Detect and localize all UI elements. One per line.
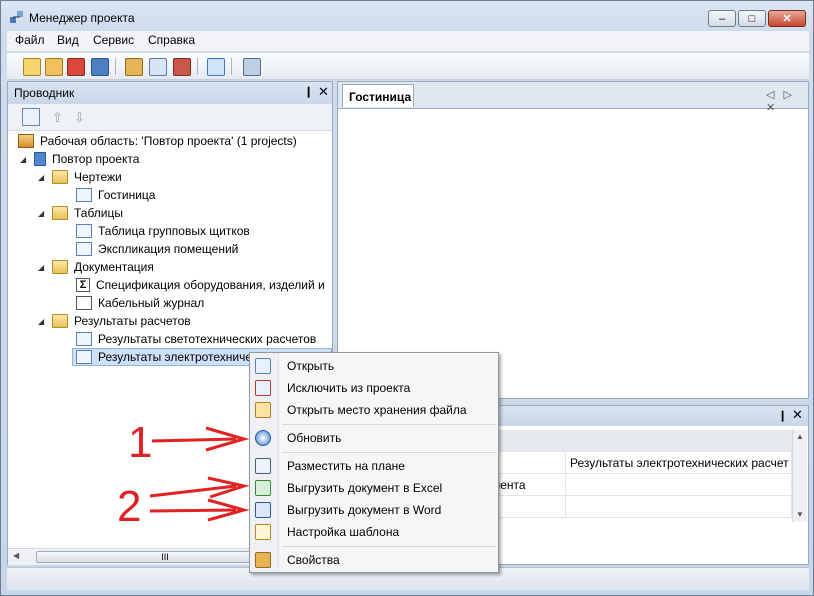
menu-item-label: Свойства [287, 553, 340, 567]
arrow-1 [151, 437, 237, 443]
arrow-2a [149, 484, 237, 498]
excel-icon [255, 480, 271, 496]
menu-item-export-excel[interactable]: Выгрузить документ в Excel [252, 477, 496, 499]
menu-item-place-on-plan[interactable]: Разместить на плане [252, 455, 496, 477]
menu-item-refresh[interactable]: Обновить [252, 427, 496, 449]
annotation-label-2: 2 [117, 482, 142, 531]
menu-separator [282, 424, 496, 425]
menu-item-export-word[interactable]: Выгрузить документ в Word [252, 499, 496, 521]
menu-separator [282, 546, 496, 547]
menu-separator [282, 452, 496, 453]
menu-item-template-settings[interactable]: Настройка шаблона [252, 521, 496, 543]
template-edit-icon [255, 524, 271, 540]
context-menu: Открыть Исключить из проекта Открыть мес… [249, 352, 499, 573]
place-on-plan-icon [255, 458, 271, 474]
menu-item-properties[interactable]: Свойства [252, 549, 496, 571]
word-icon [255, 502, 271, 518]
annotation-label-1: 1 [128, 418, 153, 467]
menu-item-label: Выгрузить документ в Word [287, 503, 442, 517]
menu-item-label: Открыть место хранения файла [287, 403, 467, 417]
properties-icon [255, 552, 271, 568]
arrow-2b [149, 508, 237, 513]
menu-item-open[interactable]: Открыть [252, 355, 496, 377]
exclude-icon [255, 380, 271, 396]
menu-item-label: Обновить [287, 431, 342, 445]
menu-item-label: Настройка шаблона [287, 525, 400, 539]
folder-search-icon [255, 402, 271, 418]
menu-item-label: Открыть [287, 359, 335, 373]
menu-item-exclude[interactable]: Исключить из проекта [252, 377, 496, 399]
menu-item-open-location[interactable]: Открыть место хранения файла [252, 399, 496, 421]
menu-item-label: Разместить на плане [287, 459, 405, 473]
menu-item-label: Исключить из проекта [287, 381, 411, 395]
refresh-icon [255, 430, 271, 446]
open-icon [255, 358, 271, 374]
menu-item-label: Выгрузить документ в Excel [287, 481, 443, 495]
